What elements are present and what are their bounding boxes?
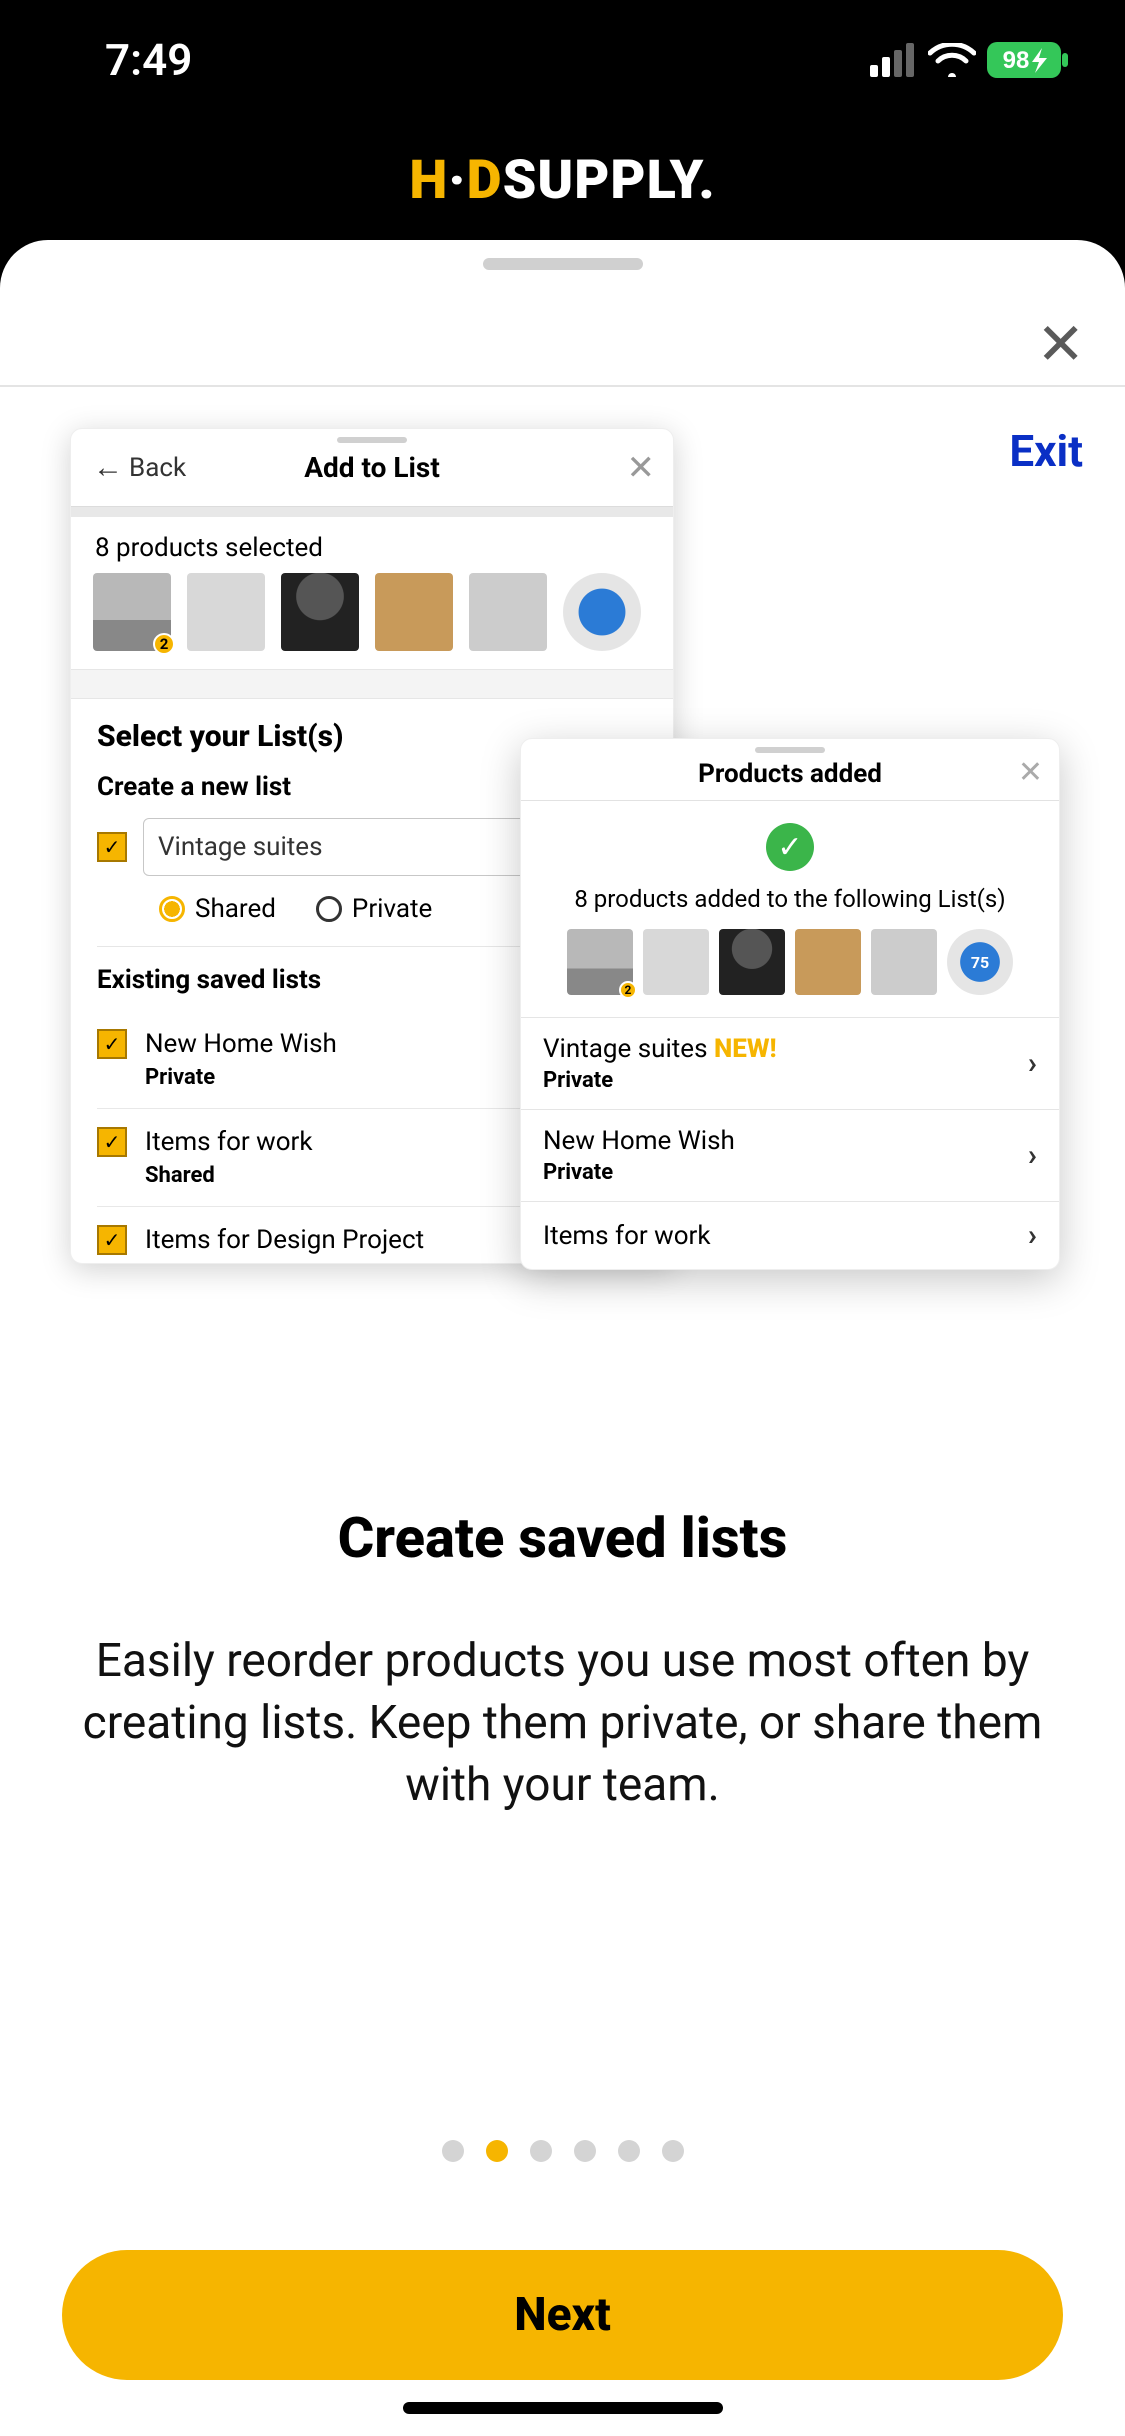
sheet-grabber[interactable]	[483, 258, 643, 270]
product-thumb	[871, 929, 937, 995]
result-list-row[interactable]: New Home Wish Private ›	[521, 1109, 1059, 1201]
selected-count: 8 products selected	[71, 517, 673, 573]
new-list-checkbox[interactable]: ✓	[97, 832, 127, 862]
chevron-right-icon: ›	[1028, 1138, 1037, 1173]
card-header: ← Back Add to List ✕	[71, 429, 673, 507]
checkbox[interactable]: ✓	[97, 1127, 127, 1157]
battery-icon: 98	[986, 41, 1070, 79]
chevron-right-icon: ›	[1028, 1046, 1037, 1081]
grabber-icon	[755, 747, 825, 753]
products-added-card: Products added ✕ ✓ 8 products added to t…	[520, 738, 1060, 1270]
checkbox[interactable]: ✓	[97, 1029, 127, 1059]
product-thumbnails: 2	[71, 573, 673, 669]
onboarding-sheet: ✕ Exit ← Back Add to List ✕ 8 products s…	[0, 240, 1125, 2436]
arrow-left-icon: ←	[93, 450, 123, 485]
back-label: Back	[129, 453, 186, 483]
wifi-icon	[928, 43, 976, 77]
product-thumb	[795, 929, 861, 995]
close-icon[interactable]: ✕	[627, 448, 656, 488]
page-dot[interactable]	[530, 2140, 552, 2162]
product-thumb	[643, 929, 709, 995]
product-thumb	[469, 573, 547, 651]
grabber-icon	[337, 437, 407, 443]
product-thumb	[563, 573, 641, 651]
next-button[interactable]: Next	[62, 2250, 1063, 2380]
divider	[0, 385, 1125, 387]
page-dot[interactable]	[618, 2140, 640, 2162]
cellular-icon	[870, 43, 918, 77]
checkbox[interactable]: ✓	[97, 1225, 127, 1255]
divider	[71, 507, 673, 517]
product-thumb	[281, 573, 359, 651]
card-header: Products added ✕	[521, 739, 1059, 801]
count-badge: 2	[619, 981, 637, 999]
illustration: ← Back Add to List ✕ 8 products selected…	[60, 428, 1060, 1528]
result-list-row[interactable]: Items for work ›	[521, 1201, 1059, 1269]
back-button[interactable]: ← Back	[93, 450, 186, 485]
divider	[71, 669, 673, 699]
radio-icon	[159, 896, 185, 922]
home-indicator[interactable]	[403, 2402, 723, 2414]
product-thumb	[719, 929, 785, 995]
onboarding-headline: Create saved lists	[0, 1505, 1125, 1571]
shared-radio[interactable]: Shared	[159, 894, 276, 924]
private-radio[interactable]: Private	[316, 894, 432, 924]
status-right: 98	[870, 41, 1070, 79]
radio-icon	[316, 896, 342, 922]
status-time: 7:49	[105, 34, 192, 86]
product-thumb	[375, 573, 453, 651]
card-title: Products added	[698, 759, 882, 789]
close-icon[interactable]: ✕	[1018, 755, 1043, 790]
status-bar: 7:49 98	[0, 0, 1125, 120]
card-title: Add to List	[304, 451, 440, 484]
result-list-row[interactable]: Vintage suites NEW! Private ›	[521, 1017, 1059, 1109]
chevron-right-icon: ›	[1028, 1218, 1037, 1253]
page-dot[interactable]	[662, 2140, 684, 2162]
product-thumb	[187, 573, 265, 651]
onboarding-body: Easily reorder products you use most oft…	[60, 1630, 1065, 1816]
brand-logo: H·DSUPPLY.	[409, 149, 715, 212]
product-thumbnails: 2 75	[521, 929, 1059, 1017]
page-dot[interactable]	[486, 2140, 508, 2162]
battery-text: 98	[1003, 47, 1030, 74]
count-badge: 2	[153, 633, 175, 655]
product-thumb: 75	[947, 929, 1013, 995]
close-icon[interactable]: ✕	[1036, 310, 1085, 379]
app-header: H·DSUPPLY.	[0, 120, 1125, 240]
page-dot[interactable]	[574, 2140, 596, 2162]
success-check-icon: ✓	[766, 823, 814, 871]
product-thumb: 2	[567, 929, 633, 995]
added-summary: 8 products added to the following List(s…	[521, 885, 1059, 929]
page-indicator	[0, 2140, 1125, 2162]
product-thumb: 2	[93, 573, 171, 651]
page-dot[interactable]	[442, 2140, 464, 2162]
